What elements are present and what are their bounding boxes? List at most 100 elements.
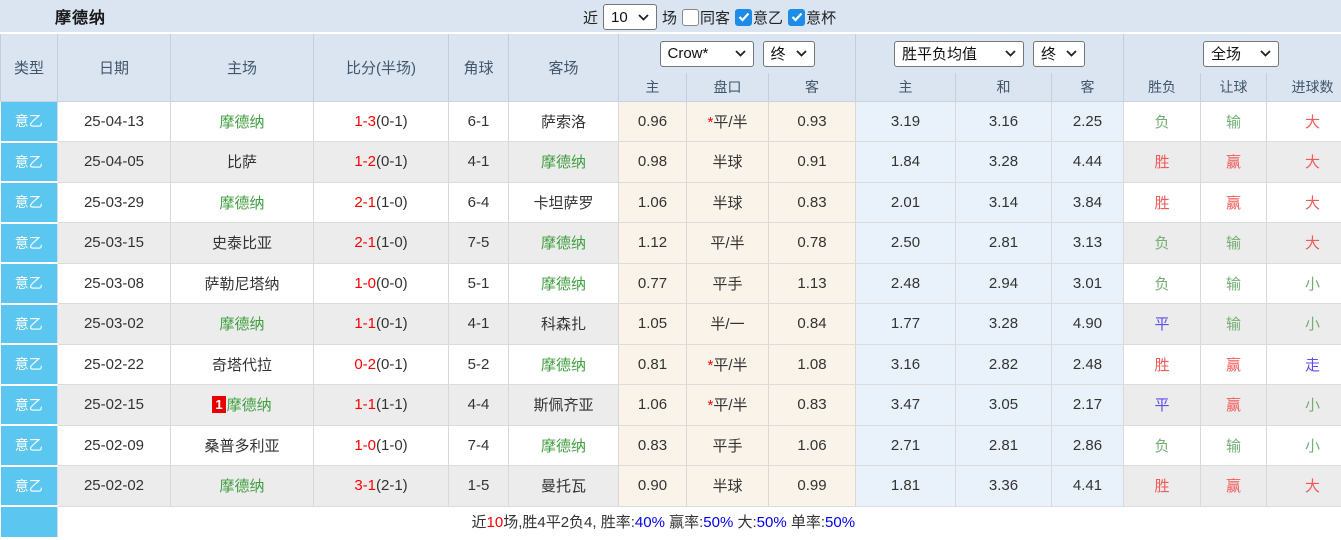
winloss-result-cell: 平 xyxy=(1123,384,1201,426)
home-team-cell: 1 摩德纳 xyxy=(170,384,314,426)
ah-away-odds-cell: 1.08 xyxy=(768,344,856,385)
away-team-name[interactable]: 萨索洛 xyxy=(541,114,586,131)
away-team-name[interactable]: 摩德纳 xyxy=(541,438,586,455)
europe-time-select[interactable]: 终 xyxy=(1033,40,1085,67)
ah-line-text: 平/半 xyxy=(710,235,745,253)
fulltime-score: 1-2 xyxy=(354,153,376,171)
halftime-score: (1-1) xyxy=(376,396,408,414)
eu-home-odds-cell: 2.48 xyxy=(855,263,956,304)
sub-header-eu-home: 主 xyxy=(855,73,956,102)
home-team-cell: 摩德纳 xyxy=(170,303,314,345)
goals-result-cell: 大 xyxy=(1266,182,1341,223)
home-team-name[interactable]: 摩德纳 xyxy=(219,478,264,495)
away-team-name[interactable]: 斯佩齐亚 xyxy=(533,397,593,414)
fulltime-score: 1-1 xyxy=(354,315,376,333)
checkbox-icon xyxy=(788,8,806,26)
halftime-score: (1-0) xyxy=(376,234,408,252)
eu-home-odds-cell: 3.47 xyxy=(855,384,956,426)
ah-line-text: 平/半 xyxy=(713,397,748,415)
sub-header-ah-away: 客 xyxy=(768,73,856,102)
ah-home-odds-cell: 1.12 xyxy=(618,222,687,264)
ah-away-odds-cell: 0.99 xyxy=(768,465,856,507)
ah-home-odds-cell: 0.96 xyxy=(618,101,687,142)
eu-home-odds-cell: 1.77 xyxy=(855,303,956,345)
eu-draw-odds-cell: 3.16 xyxy=(955,101,1052,142)
away-team-name[interactable]: 摩德纳 xyxy=(541,154,586,171)
checkbox-icon xyxy=(682,8,700,26)
winloss-result-cell: 平 xyxy=(1123,303,1201,345)
away-team-name[interactable]: 曼托瓦 xyxy=(541,478,586,495)
date-cell: 25-04-05 xyxy=(57,141,171,183)
ah-line-cell: 半/一 xyxy=(686,303,769,345)
summary-segment: 场,胜4平2负4, 胜率: xyxy=(503,514,635,532)
match-row: 意乙 25-03-02 摩德纳 1-1(0-1) 4-1 科森扎 1.05 半/… xyxy=(0,303,1341,345)
home-team-name[interactable]: 摩德纳 xyxy=(227,397,272,414)
filter-checkbox[interactable]: 意乙 xyxy=(735,7,783,28)
corner-cell: 4-1 xyxy=(448,303,509,345)
goals-result-cell: 小 xyxy=(1266,384,1341,426)
ah-home-odds-cell: 1.06 xyxy=(618,182,687,223)
home-team-name[interactable]: 摩德纳 xyxy=(219,114,264,131)
europe-company-select[interactable]: 胜平负均值 xyxy=(894,40,1024,67)
home-team-name[interactable]: 史泰比亚 xyxy=(212,235,272,252)
home-team-cell: 摩德纳 xyxy=(170,182,314,223)
corner-cell: 6-4 xyxy=(448,182,509,223)
away-team-cell: 摩德纳 xyxy=(508,141,619,183)
ah-line-cell: 平手 xyxy=(686,425,769,466)
summary-segment: 单率: xyxy=(786,514,826,532)
filter-checkbox[interactable]: 同客 xyxy=(682,7,730,28)
ah-away-odds-cell: 0.93 xyxy=(768,101,856,142)
home-team-name[interactable]: 摩德纳 xyxy=(219,316,264,333)
title-bar: 摩德纳 近 10 场 同客 意乙 意杯 xyxy=(0,0,1341,34)
away-team-name[interactable]: 摩德纳 xyxy=(541,235,586,252)
home-team-name[interactable]: 摩德纳 xyxy=(219,195,264,212)
away-team-name[interactable]: 卡坦萨罗 xyxy=(533,195,593,212)
away-team-name[interactable]: 摩德纳 xyxy=(541,276,586,293)
ah-home-odds-cell: 1.06 xyxy=(618,384,687,426)
home-team-cell: 摩德纳 xyxy=(170,101,314,142)
ah-line-cell: *平/半 xyxy=(686,344,769,385)
summary-segment: 10 xyxy=(486,514,504,532)
ah-line-cell: 半球 xyxy=(686,141,769,183)
filter-checkbox[interactable]: 意杯 xyxy=(788,7,836,28)
league-type-cell: 意乙 xyxy=(0,141,58,183)
result-scope-select[interactable]: 全场 xyxy=(1203,40,1280,67)
eu-draw-odds-cell: 2.82 xyxy=(955,344,1052,385)
eu-away-odds-cell: 2.25 xyxy=(1051,101,1124,142)
home-team-name[interactable]: 萨勒尼塔纳 xyxy=(204,276,279,293)
eu-draw-odds-cell: 3.28 xyxy=(955,303,1052,345)
eu-away-odds-cell: 4.44 xyxy=(1051,141,1124,183)
date-cell: 25-03-02 xyxy=(57,303,171,345)
summary-segment: 50% xyxy=(703,514,734,532)
fulltime-score: 0-2 xyxy=(354,355,376,373)
halftime-score: (0-1) xyxy=(376,315,408,333)
asian-company-select[interactable]: Crow* xyxy=(659,40,754,67)
corner-cell: 7-4 xyxy=(448,425,509,466)
halftime-score: (1-0) xyxy=(376,436,408,454)
home-team-name[interactable]: 桑普多利亚 xyxy=(204,438,279,455)
chevron-down-icon xyxy=(734,50,746,57)
col-header-score: 比分(半场) xyxy=(313,34,449,102)
eu-draw-odds-cell: 3.14 xyxy=(955,182,1052,223)
ah-line-text: 半/一 xyxy=(710,316,745,334)
eu-draw-odds-cell: 2.81 xyxy=(955,425,1052,466)
away-team-name[interactable]: 摩德纳 xyxy=(541,357,586,374)
result-scope-header: 全场 xyxy=(1122,34,1341,73)
goals-result-cell: 大 xyxy=(1266,141,1341,183)
goals-result-cell: 走 xyxy=(1266,344,1341,385)
match-row: 意乙 25-02-09 桑普多利亚 1-0(1-0) 7-4 摩德纳 0.83 … xyxy=(0,425,1341,467)
fulltime-score: 2-1 xyxy=(354,234,376,252)
recent-count-select[interactable]: 10 xyxy=(603,4,658,30)
corner-cell: 5-1 xyxy=(448,263,509,304)
away-team-name[interactable]: 科森扎 xyxy=(541,316,586,333)
fulltime-score: 3-1 xyxy=(354,477,376,495)
score-cell: 1-1(0-1) xyxy=(313,303,449,345)
filter-checkbox-label: 意乙 xyxy=(753,9,784,27)
ah-line-text: 平/半 xyxy=(713,113,748,131)
summary-segment: 大: xyxy=(733,514,757,532)
corner-cell: 6-1 xyxy=(448,101,509,142)
home-team-name[interactable]: 奇塔代拉 xyxy=(212,357,272,374)
home-team-name[interactable]: 比萨 xyxy=(227,154,257,171)
asian-time-select[interactable]: 终 xyxy=(762,40,815,67)
summary-segment: 赢率: xyxy=(664,514,704,532)
